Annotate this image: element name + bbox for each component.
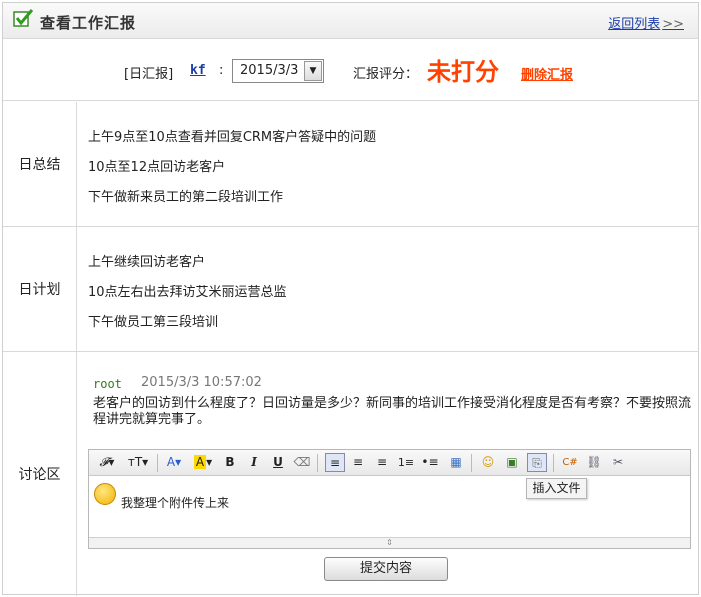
font-family-icon[interactable]: 𝓕▾: [95, 453, 119, 472]
report-panel: 查看工作汇报 返回列表 >> [日汇报] kf : 汇报评分： 未打分 删除汇报 …: [2, 2, 699, 596]
italic-icon[interactable]: I: [245, 453, 263, 472]
comment-user: root: [93, 377, 122, 391]
daily-plan-row: 日计划 上午继续回访老客户 10点左右出去拜访艾米丽运营总监 下午做员工第三段培…: [3, 227, 698, 352]
toolbar-divider: [553, 454, 554, 472]
score-label: 汇报评分：: [353, 67, 419, 82]
toolbar-divider: [157, 454, 158, 472]
code-icon[interactable]: C#: [561, 453, 579, 472]
summary-line: 上午9点至10点查看并回复CRM客户答疑中的问题: [88, 130, 377, 145]
report-meta-bar: [日汇报] kf : 汇报评分： 未打分 删除汇报: [3, 39, 698, 101]
summary-content: 上午9点至10点查看并回复CRM客户答疑中的问题 10点至12点回访老客户 下午…: [88, 102, 698, 226]
report-user-link[interactable]: kf: [190, 63, 206, 78]
toolbar-divider: [317, 454, 318, 472]
insert-image-icon[interactable]: ▣: [503, 453, 521, 472]
align-left-icon[interactable]: ≡: [325, 453, 345, 472]
bold-icon[interactable]: B: [221, 453, 239, 472]
summary-line: 10点至12点回访老客户: [88, 160, 226, 175]
plan-line: 10点左右出去拜访艾米丽运营总监: [88, 285, 287, 300]
back-link-label[interactable]: 返回列表: [608, 17, 660, 32]
highlight-color-icon[interactable]: A ▾: [191, 453, 215, 472]
ordered-list-icon[interactable]: 1≡: [397, 453, 415, 472]
font-color-icon[interactable]: A▾: [163, 453, 185, 472]
back-to-list-link[interactable]: 返回列表 >>: [608, 13, 684, 32]
link-icon[interactable]: ⛓: [585, 453, 603, 472]
score-value: 未打分: [427, 58, 499, 86]
plan-label: 日计划: [3, 227, 77, 351]
panel-header: 查看工作汇报 返回列表 >>: [3, 3, 698, 39]
editor-content-area[interactable]: 我整理个附件传上来: [89, 477, 690, 537]
date-select-value[interactable]: 2015/3/3: [240, 63, 298, 78]
editor-text[interactable]: 我整理个附件传上来: [121, 494, 229, 511]
page-title: 查看工作汇报: [40, 14, 137, 32]
report-type-label: [日汇报]: [124, 67, 174, 82]
daily-summary-row: 日总结 上午9点至10点查看并回复CRM客户答疑中的问题 10点至12点回访老客…: [3, 102, 698, 227]
font-size-icon[interactable]: ᴛT▾: [125, 453, 151, 472]
toolbar-divider: [471, 454, 472, 472]
editor-toolbar: 𝓕▾ ᴛT▾ A▾ A ▾ B I U ⌫ ≡ ≡ ≡ 1≡ •≡ ▦ ☺ ▣ …: [89, 450, 690, 476]
align-right-icon[interactable]: ≡: [373, 453, 391, 472]
comment-timestamp: 2015/3/3 10:57:02: [141, 375, 262, 390]
discussion-label: 讨论区: [3, 352, 77, 596]
attachment-icon[interactable]: ⎘: [527, 453, 547, 472]
plan-content: 上午继续回访老客户 10点左右出去拜访艾米丽运营总监 下午做员工第三段培训: [88, 227, 698, 351]
underline-icon[interactable]: U: [269, 453, 287, 472]
insert-file-tooltip: 插入文件: [526, 478, 587, 499]
unlink-icon[interactable]: ✂: [609, 453, 627, 472]
emoticon-icon[interactable]: ☺: [479, 453, 497, 472]
report-date-select[interactable]: 2015/3/3 ▼: [232, 59, 324, 83]
delete-report-link[interactable]: 删除汇报: [521, 64, 573, 83]
submit-button[interactable]: 提交内容: [324, 557, 448, 581]
plan-line: 上午继续回访老客户: [88, 255, 206, 270]
unordered-list-icon[interactable]: •≡: [421, 453, 439, 472]
thinking-emoji-icon: [94, 483, 116, 505]
chevron-down-icon[interactable]: ▼: [304, 61, 322, 81]
editor-resize-handle[interactable]: ⇕: [89, 537, 690, 548]
comment-text: 老客户的回访到什么程度了？日回访量是多少？新同事的培训工作接受消化程度是否有考察…: [93, 396, 692, 427]
plan-line: 下午做员工第三段培训: [88, 315, 219, 330]
table-icon[interactable]: ▦: [447, 453, 465, 472]
summary-label: 日总结: [3, 102, 77, 226]
check-icon: [13, 9, 33, 27]
user-colon: :: [219, 63, 224, 78]
back-arrows[interactable]: >>: [662, 17, 684, 32]
summary-line: 下午做新来员工的第二段培训工作: [88, 190, 284, 205]
eraser-icon[interactable]: ⌫: [293, 453, 311, 472]
align-center-icon[interactable]: ≡: [349, 453, 367, 472]
rich-text-editor[interactable]: 𝓕▾ ᴛT▾ A▾ A ▾ B I U ⌫ ≡ ≡ ≡ 1≡ •≡ ▦ ☺ ▣ …: [88, 449, 691, 549]
